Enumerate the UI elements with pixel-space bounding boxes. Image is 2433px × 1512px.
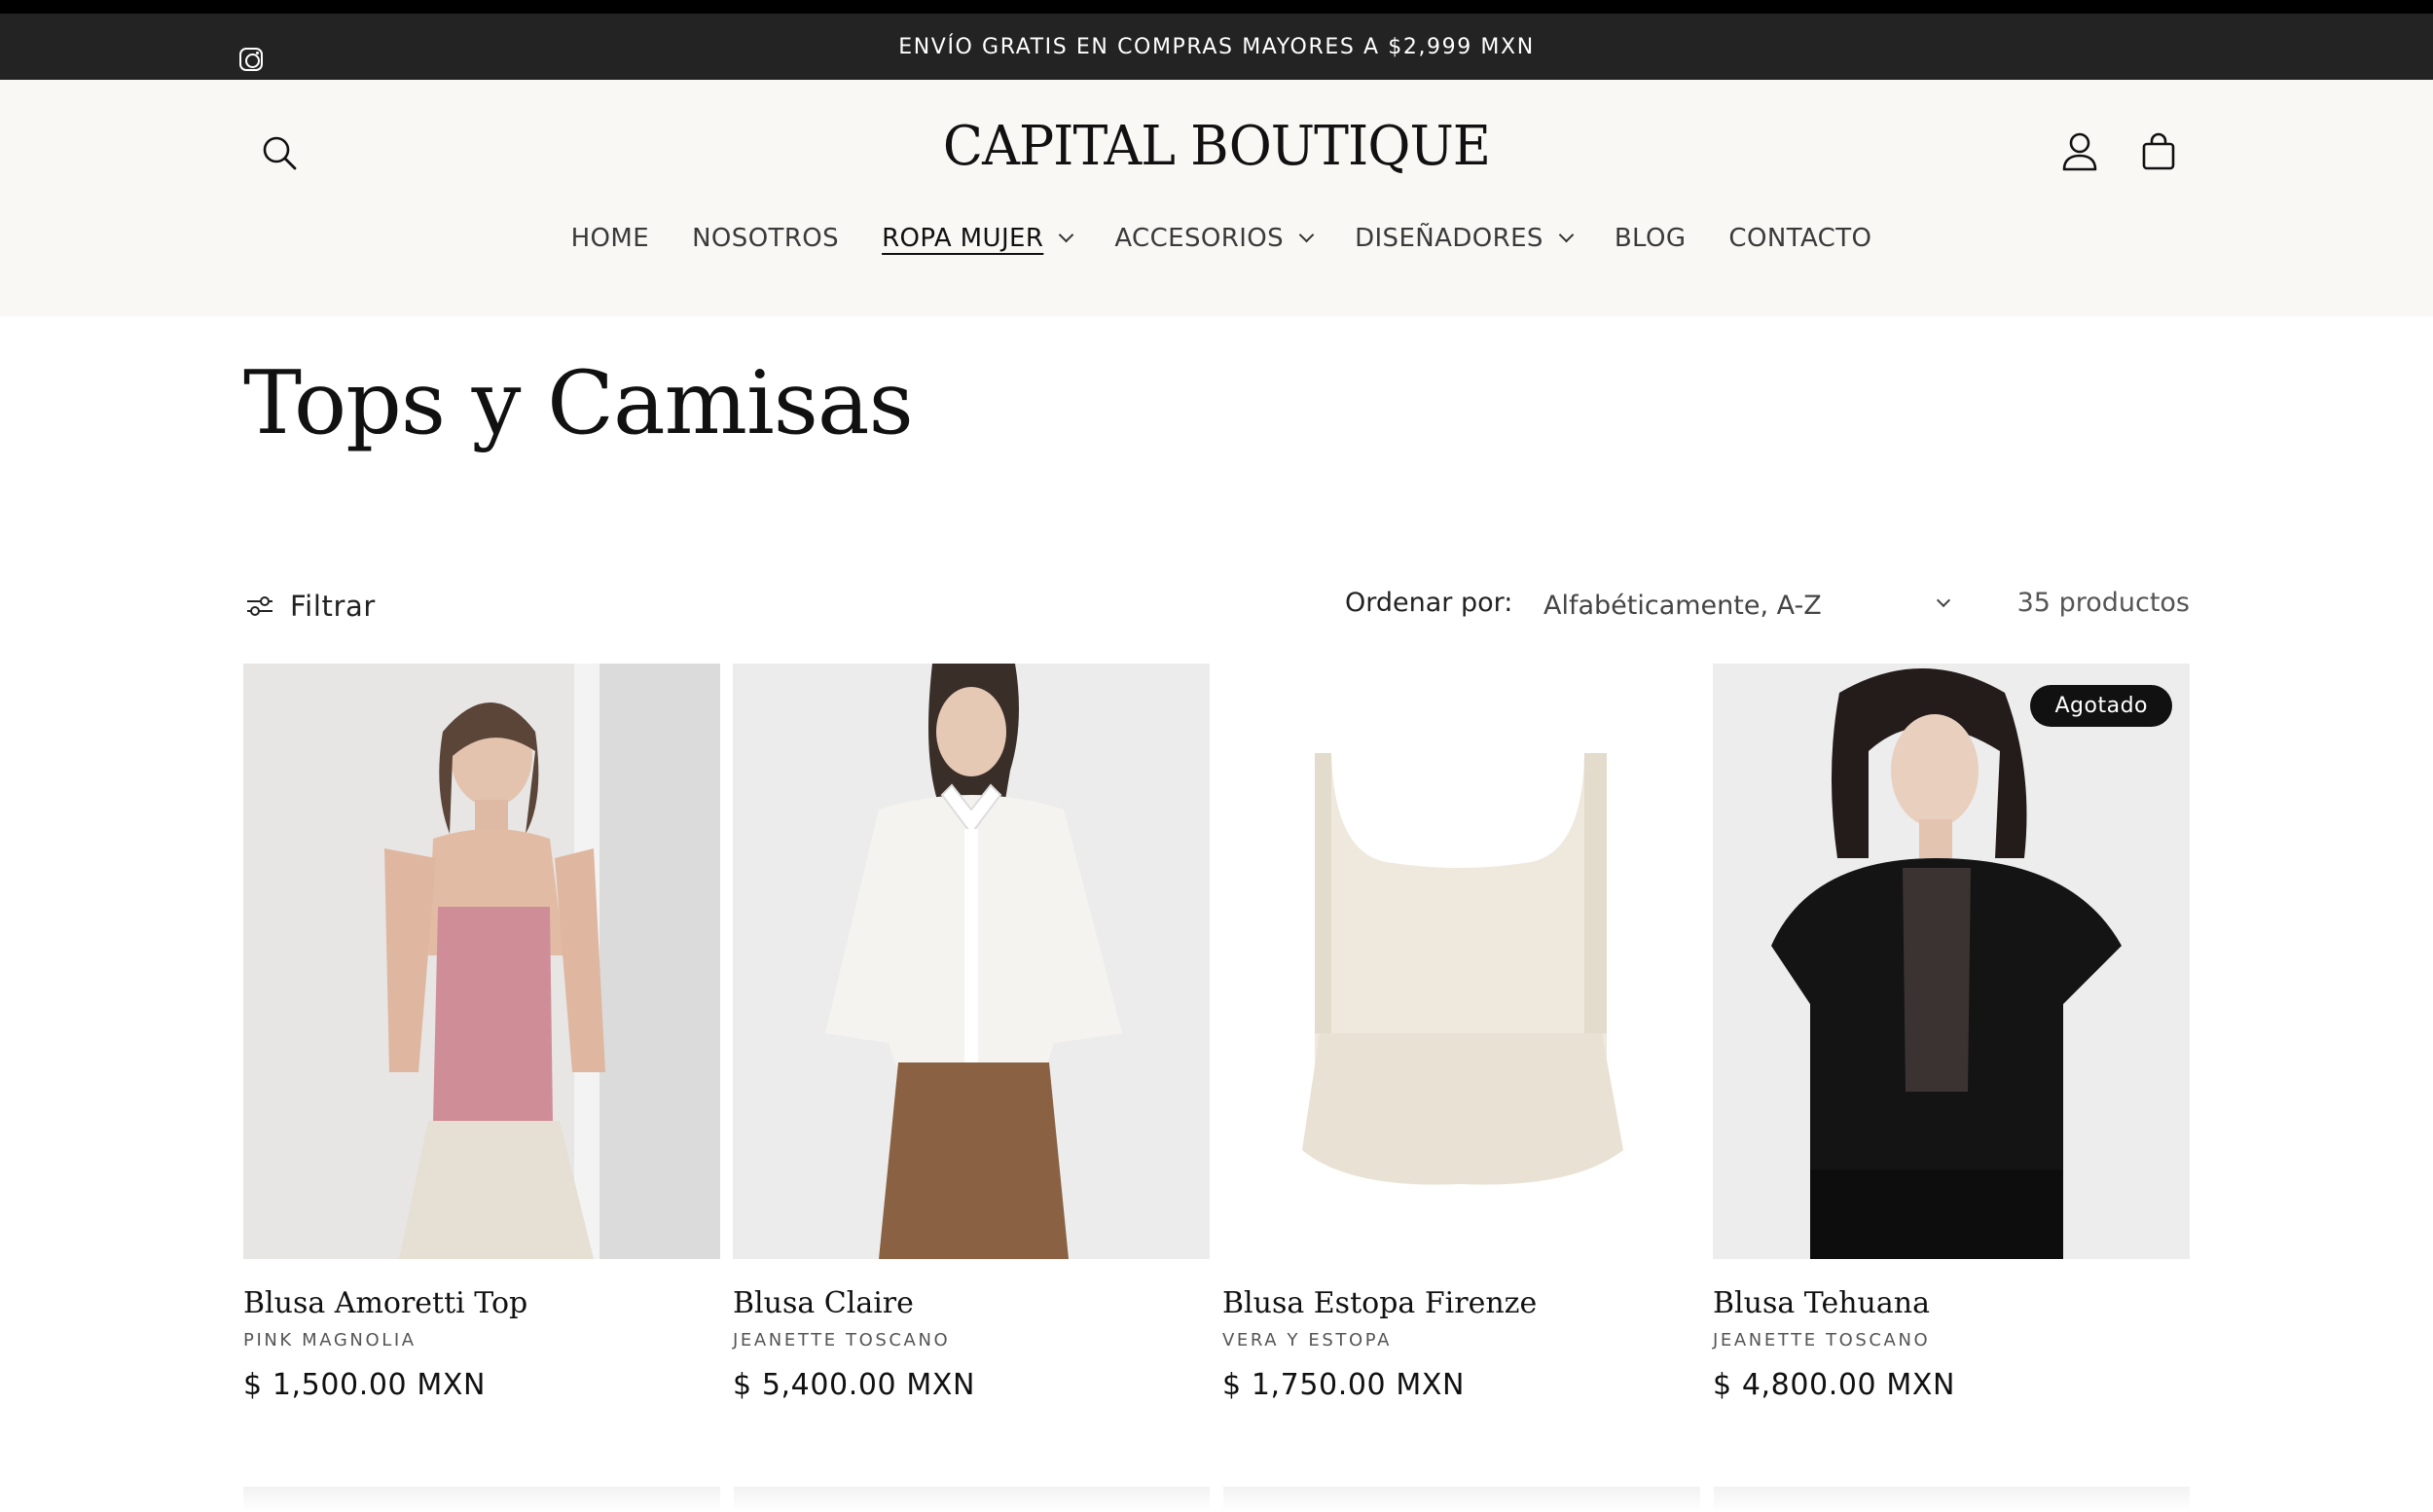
product-card[interactable]: Blusa Amoretti Top PINK MAGNOLIA $ 1,500… — [243, 664, 720, 1402]
nav-label: HOME — [570, 224, 650, 253]
product-vendor: JEANETTE TOSCANO — [1713, 1330, 1931, 1350]
product-card-peek — [1713, 1487, 2190, 1512]
sort-select[interactable]: Alfabéticamente, A-Z — [1543, 584, 1962, 627]
product-photo — [1713, 664, 2190, 1259]
account-button[interactable] — [2056, 128, 2103, 177]
product-card-peek — [733, 1487, 1210, 1512]
product-price: $ 4,800.00 MXN — [1713, 1368, 1956, 1402]
sort-label: Ordenar por: — [1345, 588, 1513, 618]
nav-item-disenadores[interactable]: DISEÑADORES — [1333, 224, 1593, 253]
instagram-icon[interactable] — [239, 48, 263, 71]
top-edge-bar — [0, 0, 2433, 14]
product-card[interactable]: Blusa Estopa Firenze VERA Y ESTOPA $ 1,7… — [1222, 664, 1699, 1402]
product-card[interactable]: Blusa Claire JEANETTE TOSCANO $ 5,400.00… — [733, 664, 1210, 1402]
product-card[interactable]: Agotado Blusa Tehuana JEANETTE TOSCANO $… — [1713, 664, 2190, 1402]
nav-label: ROPA MUJER — [882, 224, 1044, 253]
product-image[interactable] — [1222, 664, 1699, 1259]
chevron-down-icon — [1298, 227, 1315, 243]
product-vendor: VERA Y ESTOPA — [1222, 1330, 1392, 1350]
product-card-peek — [1223, 1487, 1700, 1512]
site-header: CAPITAL BOUTIQUE HOME NOSOTROS ROPA MUJE… — [0, 80, 2433, 316]
product-image[interactable] — [243, 664, 720, 1259]
nav-item-accesorios[interactable]: ACCESORIOS — [1093, 224, 1333, 253]
chevron-down-icon — [1558, 227, 1575, 243]
chevron-down-icon — [1936, 593, 1951, 608]
nav-item-contacto[interactable]: CONTACTO — [1707, 224, 1893, 253]
filter-button[interactable]: Filtrar — [245, 590, 376, 623]
nav-label: CONTACTO — [1728, 224, 1872, 253]
nav-item-blog[interactable]: BLOG — [1593, 224, 1708, 253]
sort-value: Alfabéticamente, A-Z — [1543, 590, 1822, 621]
next-row-peek — [243, 1487, 2190, 1512]
product-price: $ 1,750.00 MXN — [1222, 1368, 1466, 1402]
product-card-peek — [243, 1487, 720, 1512]
nav-label: ACCESORIOS — [1114, 224, 1285, 253]
product-price: $ 5,400.00 MXN — [733, 1368, 976, 1402]
nav-label: NOSOTROS — [692, 224, 840, 253]
announcement-text: ENVÍO GRATIS EN COMPRAS MAYORES A $2,999… — [898, 34, 1535, 59]
nav-item-home[interactable]: HOME — [550, 224, 671, 253]
cart-button[interactable] — [2135, 128, 2182, 177]
main-nav: HOME NOSOTROS ROPA MUJER ACCESORIOS DISE… — [0, 224, 2433, 253]
product-photo — [733, 664, 1210, 1259]
nav-item-ropa-mujer[interactable]: ROPA MUJER — [860, 224, 1093, 253]
announcement-bar: ENVÍO GRATIS EN COMPRAS MAYORES A $2,999… — [0, 14, 2433, 80]
product-count: 35 productos — [2016, 588, 2190, 618]
product-image[interactable]: Agotado — [1713, 664, 2190, 1259]
store-logo[interactable]: CAPITAL BOUTIQUE — [49, 115, 2384, 178]
product-vendor: JEANETTE TOSCANO — [733, 1330, 951, 1350]
nav-label: BLOG — [1614, 224, 1687, 253]
product-photo — [243, 664, 720, 1259]
cart-icon — [2142, 132, 2175, 170]
sold-out-badge: Agotado — [2030, 685, 2172, 727]
product-image[interactable] — [733, 664, 1210, 1259]
page-title: Tops y Camisas — [243, 352, 914, 454]
product-vendor: PINK MAGNOLIA — [243, 1330, 417, 1350]
nav-label: DISEÑADORES — [1355, 224, 1543, 253]
filter-sliders-icon — [247, 596, 272, 616]
product-name[interactable]: Blusa Amoretti Top — [243, 1286, 720, 1320]
product-photo — [1222, 664, 1699, 1259]
nav-item-nosotros[interactable]: NOSOTROS — [671, 224, 860, 253]
product-name[interactable]: Blusa Tehuana — [1713, 1286, 2190, 1320]
product-name[interactable]: Blusa Estopa Firenze — [1222, 1286, 1699, 1320]
chevron-down-icon — [1059, 227, 1074, 243]
product-name[interactable]: Blusa Claire — [733, 1286, 1210, 1320]
filter-label: Filtrar — [290, 590, 376, 623]
product-price: $ 1,500.00 MXN — [243, 1368, 487, 1402]
user-icon — [2062, 132, 2097, 171]
